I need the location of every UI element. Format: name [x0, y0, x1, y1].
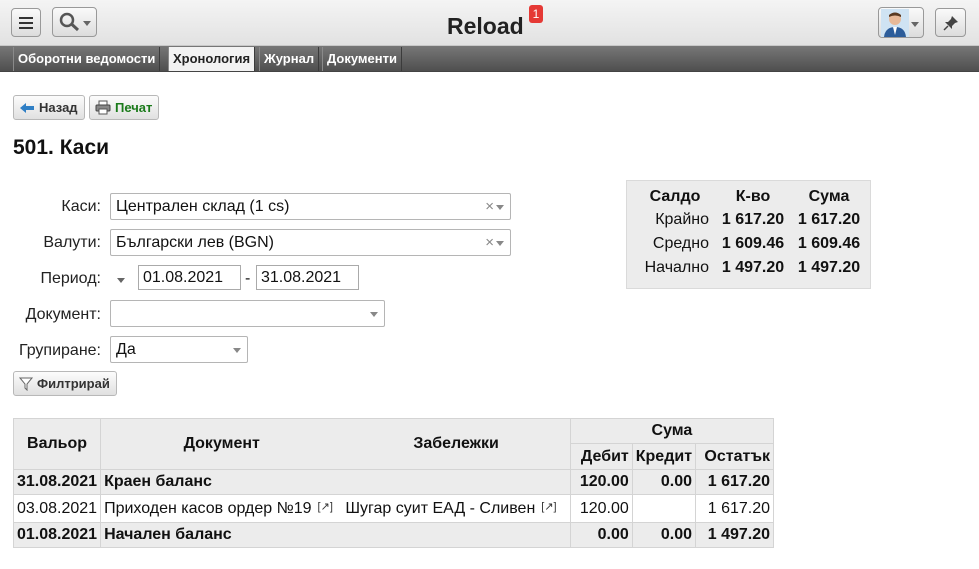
document-select[interactable]	[110, 300, 385, 327]
date-from-input[interactable]: 01.08.2021	[138, 265, 241, 290]
cell-credit: 0.00	[631, 522, 697, 548]
saldo-row-sum: 1 497.20	[797, 259, 861, 276]
column-header-balance[interactable]: Остатък	[695, 443, 774, 470]
top-bar: Reload 1	[0, 0, 979, 46]
cell-debit: 0.00	[569, 522, 633, 548]
tab-journal[interactable]: Журнал	[259, 47, 320, 71]
chevron-down-icon	[83, 21, 91, 26]
chevron-down-icon	[233, 348, 241, 353]
cell-credit: 0.00	[631, 469, 697, 495]
printer-icon	[95, 100, 111, 115]
saldo-row-qty: 1 497.20	[721, 259, 785, 276]
cell-document: Начален баланс	[100, 522, 571, 548]
search-button[interactable]	[52, 7, 97, 37]
saldo-row-qty: 1 617.20	[721, 211, 785, 228]
back-label: Назад	[39, 100, 78, 115]
notification-badge[interactable]: 1	[529, 5, 543, 23]
currency-value: Български лев (BGN)	[116, 234, 275, 251]
column-header-valor[interactable]: Вальор	[12, 418, 102, 470]
saldo-row-label: Крайно	[655, 211, 709, 228]
app-title: Reload	[447, 13, 524, 39]
funnel-icon	[19, 377, 33, 391]
saldo-row: Крайно 1 617.20 1 617.20	[633, 208, 869, 232]
back-arrow-icon	[20, 102, 34, 113]
saldo-sum-header: Сума	[808, 188, 850, 205]
cell-balance: 1 617.20	[695, 469, 774, 495]
column-header-notes[interactable]: Забележки	[342, 418, 571, 470]
page-title: 501. Каси	[13, 136, 110, 159]
table-row[interactable]: 03.08.2021 Приходен касов ордер №19 [↗] Ш…	[12, 494, 774, 523]
chevron-down-icon	[370, 312, 378, 317]
chevron-down-icon	[496, 241, 504, 246]
clear-icon[interactable]: ×	[485, 194, 494, 219]
kasi-select[interactable]: Централен склад (1 cs) ×	[110, 193, 511, 220]
menu-button[interactable]	[11, 8, 41, 37]
saldo-row-label: Начално	[644, 259, 709, 276]
column-header-credit[interactable]: Кредит	[631, 443, 697, 470]
chronology-table: Вальор Документ Забележки Сума Дебит Кре…	[12, 418, 775, 548]
column-header-debit[interactable]: Дебит	[569, 443, 633, 470]
cell-date: 03.08.2021	[12, 494, 102, 523]
column-header-document[interactable]: Документ	[100, 418, 343, 470]
grouping-select[interactable]: Да	[110, 336, 248, 363]
pin-button[interactable]	[935, 8, 966, 37]
external-link-icon[interactable]: [↗]	[318, 501, 333, 513]
kasi-value: Централен склад (1 cs)	[116, 198, 290, 215]
cell-credit	[631, 494, 697, 523]
date-separator: -	[245, 270, 251, 287]
cell-date: 31.08.2021	[12, 469, 102, 495]
cell-debit: 120.00	[569, 469, 633, 495]
saldo-row-sum: 1 617.20	[797, 211, 861, 228]
user-menu-button[interactable]	[878, 7, 924, 38]
saldo-row: Начално 1 497.20 1 497.20	[633, 256, 869, 280]
external-link-icon[interactable]: [↗]	[541, 501, 556, 513]
cell-document: Приходен касов ордер №19 [↗]	[100, 494, 343, 523]
tab-chronology[interactable]: Хронология	[168, 47, 256, 71]
kasi-label: Каси:	[61, 198, 101, 215]
saldo-row-qty: 1 609.46	[721, 235, 785, 252]
currency-label: Валути:	[43, 234, 101, 251]
saldo-summary: Салдо К-во Сума Крайно 1 617.20 1 617.20…	[626, 180, 871, 289]
cell-document: Краен баланс	[100, 469, 571, 495]
chevron-down-icon	[911, 22, 919, 27]
hamburger-icon	[19, 16, 33, 29]
user-avatar-icon	[881, 8, 909, 37]
saldo-row-sum: 1 609.46	[797, 235, 861, 252]
print-label: Печат	[115, 100, 153, 115]
back-button[interactable]: Назад	[13, 95, 85, 120]
saldo-row: Средно 1 609.46 1 609.46	[633, 232, 869, 256]
saldo-table: Салдо К-во Сума Крайно 1 617.20 1 617.20…	[633, 186, 869, 280]
currency-select[interactable]: Български лев (BGN) ×	[110, 229, 511, 256]
date-to-input[interactable]: 31.08.2021	[256, 265, 359, 290]
period-preset-dropdown[interactable]	[117, 278, 125, 283]
cell-balance: 1 617.20	[695, 494, 774, 523]
saldo-row-label: Средно	[652, 235, 709, 252]
pin-icon	[942, 15, 958, 31]
document-link[interactable]: Приходен касов ордер №19	[104, 500, 311, 517]
period-label: Период:	[40, 270, 101, 287]
search-icon	[59, 12, 79, 32]
tab-documents[interactable]: Документи	[322, 47, 402, 71]
notes-link[interactable]: Шугар суит ЕАД - Сливен	[345, 500, 535, 517]
print-button[interactable]: Печат	[89, 95, 160, 120]
document-label: Документ:	[25, 306, 101, 323]
filter-button[interactable]: Филтрирай	[13, 371, 117, 396]
table-row-opening-balance: 01.08.2021 Начален баланс 0.00 0.00 1 49…	[12, 522, 774, 548]
saldo-qty-header: К-во	[735, 188, 771, 205]
grouping-label: Групиране:	[18, 342, 101, 359]
clear-icon[interactable]: ×	[485, 230, 494, 255]
filter-label: Филтрирай	[37, 376, 110, 391]
chevron-down-icon	[496, 205, 504, 210]
saldo-header: Салдо	[649, 188, 701, 205]
tab-turnover[interactable]: Оборотни ведомости	[13, 47, 161, 71]
tab-bar: Оборотни ведомости Хронология Журнал Док…	[0, 46, 979, 72]
cell-notes: Шугар суит ЕАД - Сливен [↗]	[342, 494, 571, 523]
table-row-closing-balance: 31.08.2021 Краен баланс 120.00 0.00 1 61…	[12, 469, 774, 495]
cell-date: 01.08.2021	[12, 522, 102, 548]
column-header-sum: Сума	[569, 418, 775, 444]
cell-balance: 1 497.20	[695, 522, 774, 548]
grouping-value: Да	[116, 341, 136, 358]
cell-debit: 120.00	[569, 494, 633, 523]
